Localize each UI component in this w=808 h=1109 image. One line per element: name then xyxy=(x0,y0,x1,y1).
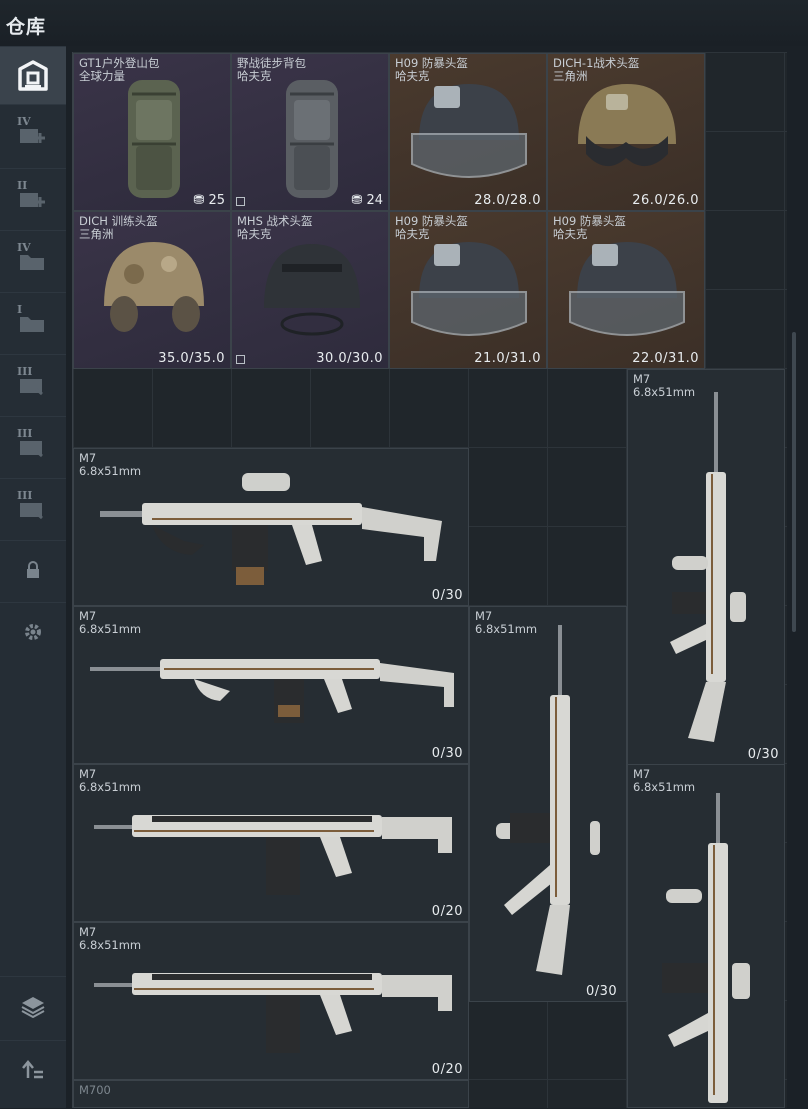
folder-icon xyxy=(20,317,44,332)
rifle-vertical-image xyxy=(670,392,746,742)
backpack-image xyxy=(128,80,180,198)
rifle-vertical-image xyxy=(662,793,750,1103)
riot-helmet-image xyxy=(411,84,527,178)
durability-value: 35.0/35.0 xyxy=(158,351,225,366)
weapon-item[interactable]: M7 6.8x51mm 0/30 xyxy=(627,369,785,765)
tier-label: III xyxy=(17,365,33,378)
weapon-name: M7 6.8x51mm xyxy=(79,767,142,794)
helmet-item[interactable]: H09 防暴头盔 哈夫克 22.0/31.0 xyxy=(547,211,705,369)
tier-label: IV xyxy=(17,241,31,254)
ammo-count: 0/20 xyxy=(431,904,463,919)
weapon-name: M7 6.8x51mm xyxy=(79,925,142,952)
tier1-folder-tab[interactable]: I xyxy=(0,292,66,351)
tactical-helmet-image xyxy=(578,84,676,167)
rifle-image xyxy=(94,973,452,1053)
sort-button[interactable] xyxy=(0,1040,66,1099)
warehouse-tab[interactable] xyxy=(0,46,66,105)
layers-icon xyxy=(21,997,45,1018)
weapon-name: M7 6.8x51mm xyxy=(633,767,696,794)
sidebar: IV II IV I III III III xyxy=(0,46,66,1108)
lock-button[interactable] xyxy=(0,540,66,599)
weapon-item[interactable]: M7 6.8x51mm 0/20 xyxy=(73,922,469,1080)
weapon-item[interactable]: M7 6.8x51mm xyxy=(627,764,785,1108)
weapon-name: M700 xyxy=(79,1083,111,1097)
settings-button[interactable] xyxy=(0,602,66,661)
training-helmet-image xyxy=(104,242,204,332)
durability-value: 28.0/28.0 xyxy=(474,193,541,208)
add-tier4-tab[interactable]: IV xyxy=(0,104,66,163)
riot-helmet-image xyxy=(569,242,685,336)
durability-value: 22.0/31.0 xyxy=(632,351,699,366)
tier-label: IV xyxy=(17,115,31,128)
tag-icon xyxy=(236,355,245,364)
backpack-item[interactable]: GT1户外登山包 全球力量 ⛃ 25 xyxy=(73,53,231,211)
tier3-storage-tab-2[interactable]: III xyxy=(0,416,66,475)
layers-button[interactable] xyxy=(0,976,66,1035)
tactical-helmet-image xyxy=(264,244,360,336)
durability-value: 21.0/31.0 xyxy=(474,351,541,366)
gear-icon xyxy=(25,624,41,640)
weapon-item[interactable]: M7 6.8x51mm 0/30 xyxy=(73,606,469,764)
tier-label: II xyxy=(17,179,28,192)
backpack-item[interactable]: 野战徒步背包 哈夫克 ⛃ 24 xyxy=(231,53,389,211)
rifle-image xyxy=(94,815,452,895)
tier4-folder-tab[interactable]: IV xyxy=(0,230,66,289)
durability-value: 30.0/30.0 xyxy=(316,351,383,366)
helmet-item[interactable]: DICH 训练头盔 三角洲 35.0/35.0 xyxy=(73,211,231,369)
tag-icon xyxy=(236,197,245,206)
rifle-vertical-image xyxy=(496,625,600,975)
weapon-item[interactable]: M700 xyxy=(73,1080,469,1108)
ammo-count: 0/30 xyxy=(747,747,779,762)
rifle-image xyxy=(90,659,454,723)
weapon-item[interactable]: M7 6.8x51mm 0/20 xyxy=(73,764,469,922)
scrollbar[interactable] xyxy=(792,332,796,632)
durability-value: 26.0/26.0 xyxy=(632,193,699,208)
riot-helmet-image xyxy=(411,242,527,336)
backpack-image xyxy=(286,80,338,198)
helmet-item[interactable]: H09 防暴头盔 哈夫克 28.0/28.0 xyxy=(389,53,547,211)
weapon-item[interactable]: M7 6.8x51mm 0/30 xyxy=(73,448,469,606)
warehouse-icon xyxy=(18,60,48,91)
capacity-label: ⛃ 24 xyxy=(351,193,383,208)
tier3-storage-tab-3[interactable]: III xyxy=(0,478,66,537)
rifle-image xyxy=(100,473,442,585)
ammo-count: 0/30 xyxy=(431,746,463,761)
ammo-count: 0/30 xyxy=(586,984,618,999)
ammo-count: 0/20 xyxy=(431,1062,463,1077)
helmet-item[interactable]: H09 防暴头盔 哈夫克 21.0/31.0 xyxy=(389,211,547,369)
tier-label: III xyxy=(17,427,33,440)
helmet-item[interactable]: MHS 战术头盔 哈夫克 30.0/30.0 xyxy=(231,211,389,369)
weapon-item[interactable]: M7 6.8x51mm 0/30 xyxy=(469,606,627,1002)
ammo-count: 0/30 xyxy=(431,588,463,603)
sort-icon xyxy=(22,1060,43,1079)
tier3-storage-tab-1[interactable]: III xyxy=(0,354,66,413)
page-title: 仓库 xyxy=(6,16,47,38)
top-bar: 仓库 xyxy=(0,0,808,46)
add-tier2-tab[interactable]: II xyxy=(0,168,66,227)
weapon-name: M7 6.8x51mm xyxy=(79,609,142,636)
helmet-item[interactable]: DICH-1战术头盔 三角洲 26.0/26.0 xyxy=(547,53,705,211)
tier-label: III xyxy=(17,489,33,502)
tier-label: I xyxy=(17,303,23,316)
lock-icon xyxy=(27,561,39,578)
capacity-label: ⛃ 25 xyxy=(193,193,225,208)
